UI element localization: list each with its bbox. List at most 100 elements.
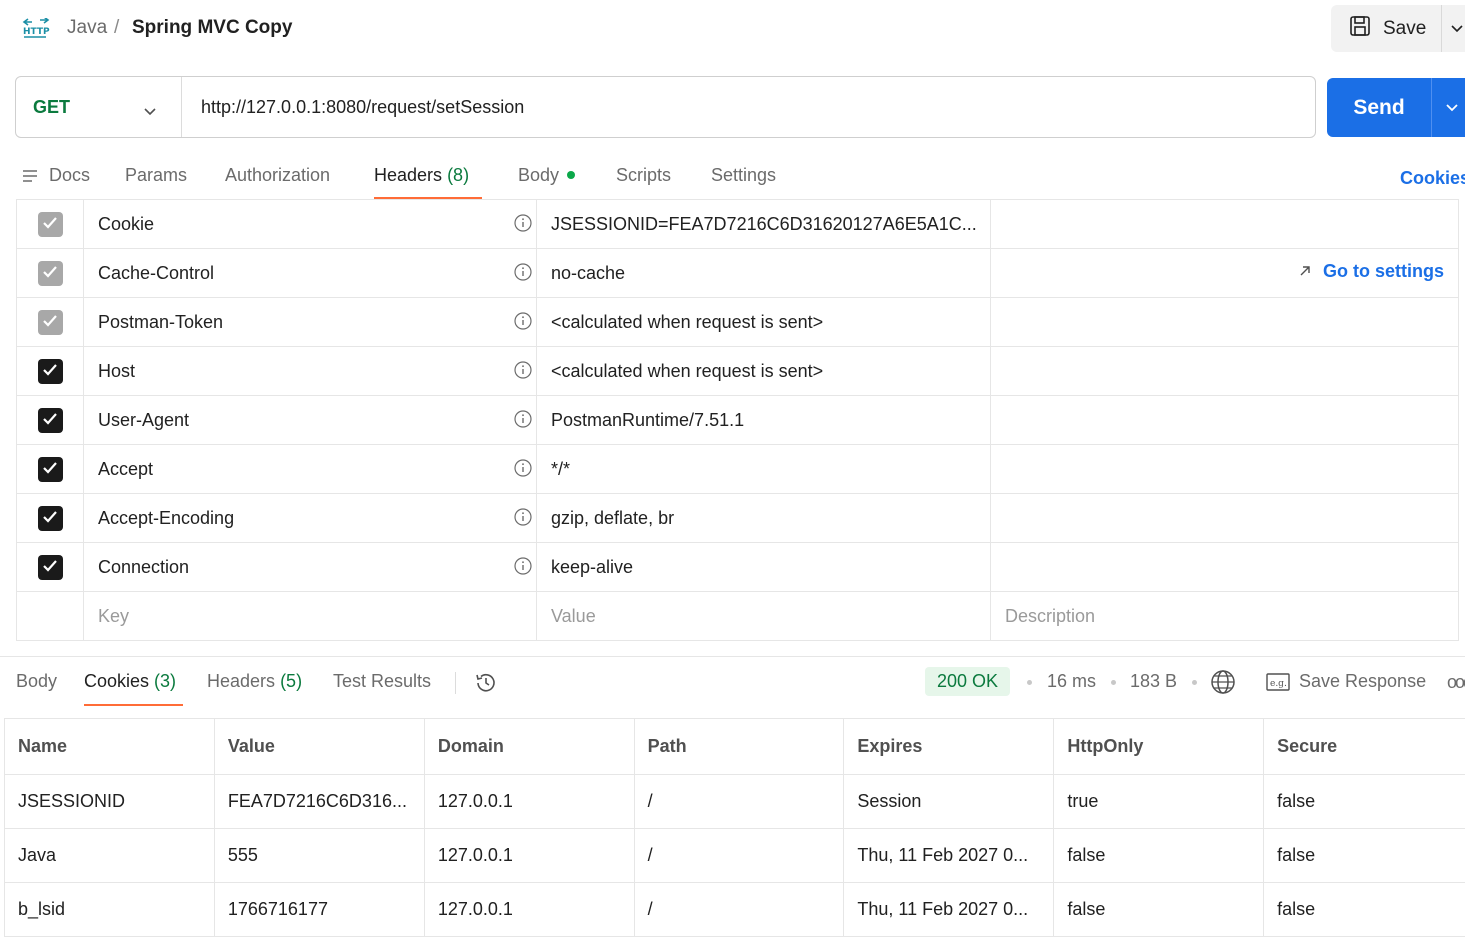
go-to-settings-link[interactable]: Go to settings	[1299, 261, 1444, 282]
column-header[interactable]: HttpOnly	[1053, 718, 1265, 775]
header-checkbox-cell	[17, 298, 84, 346]
description-input[interactable]: Description	[991, 592, 1458, 640]
header-key-cell[interactable]: Accept	[84, 445, 537, 493]
response-time[interactable]: 16 ms	[1047, 671, 1096, 692]
info-icon[interactable]	[514, 214, 532, 237]
table-cell[interactable]: Java	[4, 828, 215, 883]
column-header[interactable]: Secure	[1263, 718, 1465, 775]
header-checkbox[interactable]	[37, 554, 63, 580]
send-button[interactable]: Send	[1327, 78, 1431, 137]
tab-settings[interactable]: Settings	[711, 165, 776, 186]
header-checkbox[interactable]	[37, 358, 63, 384]
header-checkbox[interactable]	[37, 309, 63, 335]
header-value-cell[interactable]: PostmanRuntime/7.51.1	[537, 396, 991, 444]
response-tab-body[interactable]: Body	[16, 671, 57, 692]
status-badge[interactable]: 200 OK	[925, 667, 1011, 696]
example-icon[interactable]: e.g.	[1266, 672, 1290, 697]
header-key-cell[interactable]: Connection	[84, 543, 537, 591]
header-checkbox[interactable]	[37, 456, 63, 482]
url-input[interactable]	[182, 77, 1315, 137]
method-select[interactable]: GET	[16, 77, 182, 137]
column-header[interactable]: Path	[633, 718, 845, 775]
table-cell[interactable]: /	[633, 774, 845, 829]
table-cell[interactable]: FEA7D7216C6D316...	[213, 774, 425, 829]
header-checkbox[interactable]	[37, 505, 63, 531]
header-key-cell[interactable]: Cookie	[84, 200, 537, 248]
column-header[interactable]: Name	[4, 718, 215, 775]
info-icon[interactable]	[514, 361, 532, 384]
page-title[interactable]: Spring MVC Copy	[132, 17, 292, 39]
table-cell[interactable]: false	[1263, 882, 1465, 937]
table-cell[interactable]: Thu, 11 Feb 2027 0...	[843, 882, 1055, 937]
more-icon[interactable]: ooo	[1447, 672, 1465, 693]
history-icon[interactable]	[473, 670, 499, 701]
header-checkbox[interactable]	[37, 407, 63, 433]
tab-docs[interactable]: Docs	[22, 165, 90, 186]
tab-params[interactable]: Params	[125, 165, 187, 186]
table-cell[interactable]: JSESSIONID	[4, 774, 215, 829]
info-icon[interactable]	[514, 459, 532, 482]
header-description-cell[interactable]	[991, 445, 1458, 493]
table-cell[interactable]: true	[1053, 774, 1265, 829]
header-description-cell[interactable]	[991, 543, 1458, 591]
header-key-cell[interactable]: Host	[84, 347, 537, 395]
key-input[interactable]: Key	[84, 592, 537, 640]
table-cell[interactable]: 127.0.0.1	[423, 882, 635, 937]
breadcrumb-parent[interactable]: Java	[67, 17, 107, 39]
globe-icon[interactable]	[1210, 669, 1236, 700]
response-tab-headers[interactable]: Headers (5)	[207, 671, 302, 692]
save-button[interactable]: Save	[1331, 5, 1441, 52]
column-header[interactable]: Expires	[843, 718, 1055, 775]
table-cell[interactable]: false	[1263, 774, 1465, 829]
tab-headers[interactable]: Headers (8)	[374, 165, 469, 186]
header-checkbox[interactable]	[37, 260, 63, 286]
header-value-cell[interactable]: keep-alive	[537, 543, 991, 591]
response-tab-cookies[interactable]: Cookies (3)	[84, 671, 176, 692]
header-description-cell[interactable]	[991, 347, 1458, 395]
tab-body[interactable]: Body	[518, 165, 576, 186]
column-header[interactable]: Domain	[423, 718, 635, 775]
table-cell[interactable]: /	[633, 882, 845, 937]
header-value-cell[interactable]: */*	[537, 445, 991, 493]
header-value-cell[interactable]: JSESSIONID=FEA7D7216C6D31620127A6E5A1C..…	[537, 200, 991, 248]
column-header[interactable]: Value	[213, 718, 425, 775]
table-cell[interactable]: 555	[213, 828, 425, 883]
table-cell[interactable]: false	[1263, 828, 1465, 883]
header-description-cell[interactable]	[991, 396, 1458, 444]
header-description-cell[interactable]	[991, 200, 1458, 248]
header-value-cell[interactable]: <calculated when request is sent>	[537, 298, 991, 346]
header-description-cell[interactable]	[991, 298, 1458, 346]
header-key-cell[interactable]: Accept-Encoding	[84, 494, 537, 542]
response-tab-test-results[interactable]: Test Results	[333, 671, 431, 692]
save-options-button[interactable]	[1441, 5, 1465, 52]
header-checkbox[interactable]	[37, 211, 63, 237]
header-value-cell[interactable]: <calculated when request is sent>	[537, 347, 991, 395]
save-response-button[interactable]: Save Response	[1299, 671, 1426, 692]
table-cell[interactable]: 127.0.0.1	[423, 774, 635, 829]
info-icon[interactable]	[514, 508, 532, 531]
header-key-cell[interactable]: Postman-Token	[84, 298, 537, 346]
response-size[interactable]: 183 B	[1130, 671, 1177, 692]
info-icon[interactable]	[514, 410, 532, 433]
table-cell[interactable]: b_lsid	[4, 882, 215, 937]
table-cell[interactable]: /	[633, 828, 845, 883]
info-icon[interactable]	[514, 312, 532, 335]
table-cell[interactable]: Session	[843, 774, 1055, 829]
header-value-cell[interactable]: gzip, deflate, br	[537, 494, 991, 542]
table-cell[interactable]: false	[1053, 828, 1265, 883]
table-cell[interactable]: 1766716177	[213, 882, 425, 937]
info-icon[interactable]	[514, 557, 532, 580]
send-options-button[interactable]	[1431, 78, 1465, 137]
header-description-cell[interactable]	[991, 494, 1458, 542]
tab-scripts[interactable]: Scripts	[616, 165, 671, 186]
tab-authorization[interactable]: Authorization	[225, 165, 330, 186]
table-cell[interactable]: Thu, 11 Feb 2027 0...	[843, 828, 1055, 883]
value-input[interactable]: Value	[537, 592, 991, 640]
header-key-cell[interactable]: User-Agent	[84, 396, 537, 444]
info-icon[interactable]	[514, 263, 532, 286]
cookies-link[interactable]: Cookies	[1400, 168, 1465, 189]
header-key-cell[interactable]: Cache-Control	[84, 249, 537, 297]
table-cell[interactable]: 127.0.0.1	[423, 828, 635, 883]
table-cell[interactable]: false	[1053, 882, 1265, 937]
header-value-cell[interactable]: no-cache	[537, 249, 991, 297]
